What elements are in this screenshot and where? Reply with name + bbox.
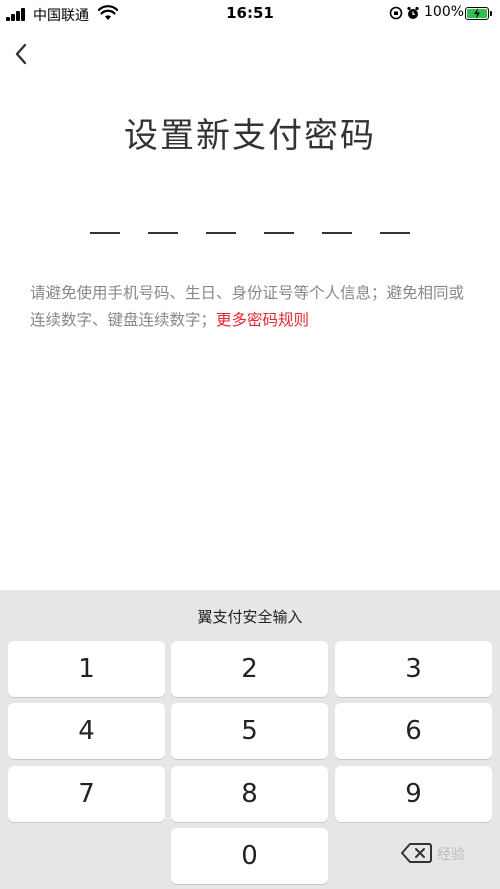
backspace-icon[interactable] — [400, 838, 434, 868]
battery-charging-icon — [465, 7, 492, 20]
page-title: 设置新支付密码 — [124, 116, 376, 156]
watermark-text: 经验 — [437, 847, 465, 863]
key-5[interactable]: 5 — [171, 703, 328, 759]
key-8[interactable]: 8 — [171, 766, 328, 822]
battery-percent: 100% — [424, 4, 465, 20]
key-4[interactable]: 4 — [8, 703, 165, 759]
key-9[interactable]: 9 — [335, 766, 492, 822]
pin-slot — [264, 232, 294, 234]
pin-slot — [148, 232, 178, 234]
back-button[interactable] — [8, 40, 36, 68]
alarm-icon — [407, 6, 419, 19]
key-7[interactable]: 7 — [8, 766, 165, 822]
more-rules-link[interactable]: 更多密码规则 — [216, 311, 309, 329]
pin-slot — [90, 232, 120, 234]
pin-slot — [206, 232, 236, 234]
pin-slot — [380, 232, 410, 234]
key-1[interactable]: 1 — [8, 641, 165, 697]
pin-input[interactable] — [90, 232, 410, 234]
pin-slot — [322, 232, 352, 234]
bolt-icon — [474, 8, 480, 19]
secure-keyboard: 翼支付安全输入 1 2 3 4 5 6 7 8 9 0 经验 — [0, 590, 500, 889]
keyboard-title: 翼支付安全输入 — [197, 608, 303, 626]
key-6[interactable]: 6 — [335, 703, 492, 759]
status-bar: 中国联通 16:51 100% — [0, 0, 500, 28]
key-2[interactable]: 2 — [171, 641, 328, 697]
key-0[interactable]: 0 — [171, 828, 328, 884]
password-hint: 请避免使用手机号码、生日、身份证号等个人信息；避免相同或连续数字、键盘连续数字；… — [30, 280, 470, 334]
rotation-lock-icon — [389, 6, 403, 20]
key-3[interactable]: 3 — [335, 641, 492, 697]
